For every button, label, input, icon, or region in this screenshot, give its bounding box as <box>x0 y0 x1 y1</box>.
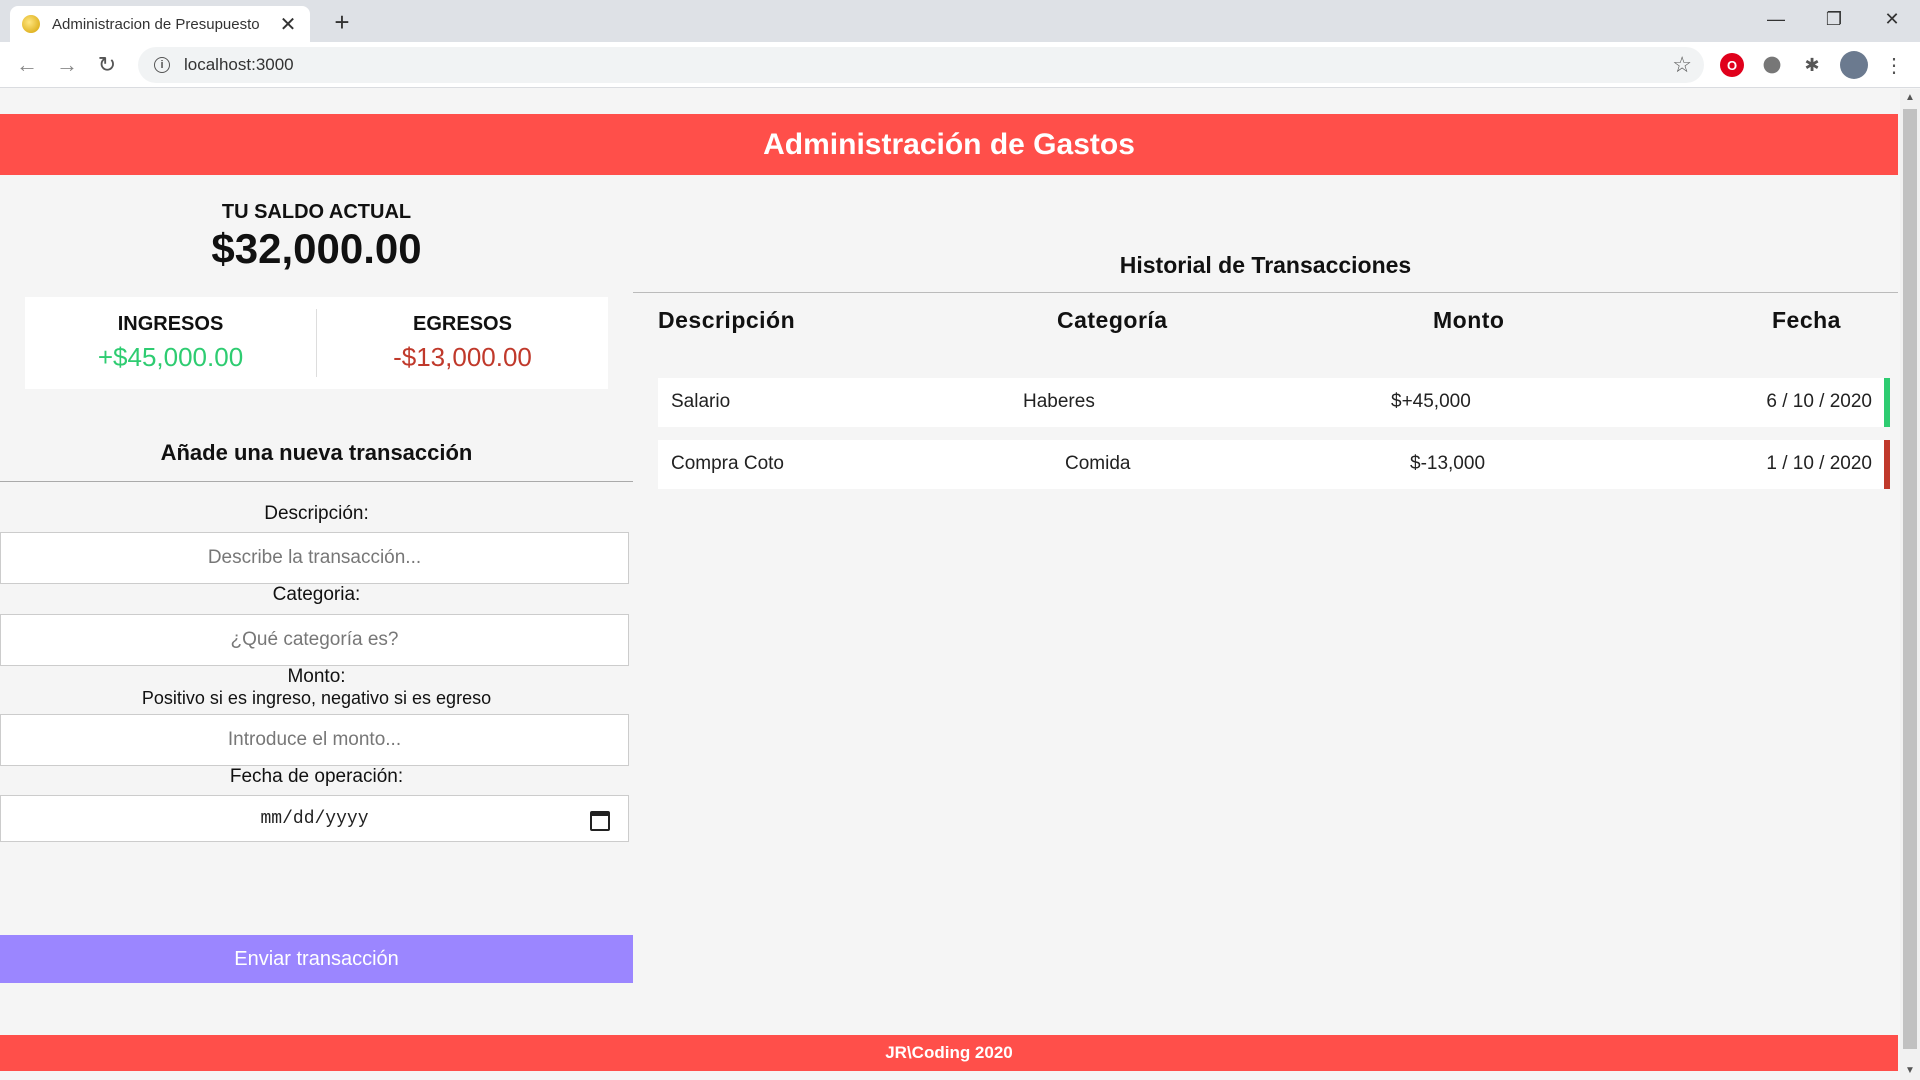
history-title: Historial de Transacciones <box>1119 252 1412 278</box>
app-title: Administración de Gastos <box>763 127 1135 161</box>
footer-text: JR\Coding 2020 <box>885 1043 1013 1062</box>
app-header: Administración de Gastos <box>0 114 1898 175</box>
app-footer: JR\Coding 2020 <box>0 1035 1898 1071</box>
bookmark-star-icon[interactable]: ☆ <box>1672 52 1692 78</box>
minimize-icon[interactable]: — <box>1748 0 1804 38</box>
balance-label: TU SALDO ACTUAL <box>221 201 412 223</box>
transaction-date: 1 / 10 / 2020 <box>1766 453 1872 474</box>
reload-icon[interactable]: ↻ <box>92 50 122 80</box>
profile-avatar[interactable] <box>1840 51 1868 79</box>
transaction-date: 6 / 10 / 2020 <box>1766 391 1872 412</box>
amount-input[interactable]: Introduce el monto... <box>0 714 629 766</box>
transaction-description: Salario <box>671 391 731 412</box>
category-input[interactable]: ¿Qué categoría es? <box>0 614 629 666</box>
scroll-down-arrow-icon[interactable]: ▼ <box>1900 1062 1920 1080</box>
extension-icon[interactable] <box>1763 56 1781 74</box>
close-window-icon[interactable]: ✕ <box>1864 0 1920 38</box>
transaction-row[interactable]: Compra Coto Comida $-13,000 1 / 10 / 202… <box>658 440 1890 489</box>
date-label: Fecha de operación: <box>229 766 404 787</box>
transaction-amount: $-13,000 <box>1410 453 1486 474</box>
column-header-date: Fecha <box>1772 307 1841 333</box>
expense-indicator <box>1884 440 1890 489</box>
amount-hint: Positivo si es ingreso, negativo si es e… <box>141 688 492 708</box>
date-input[interactable]: mm/dd/yyyy <box>0 795 629 842</box>
transaction-category: Comida <box>1065 453 1131 474</box>
coin-favicon-icon <box>22 15 40 33</box>
description-placeholder: Describe la transacción... <box>207 547 422 568</box>
expense-value: -$13,000.00 <box>393 342 532 372</box>
column-header-amount: Monto <box>1433 307 1505 333</box>
url-text: localhost:3000 <box>184 55 294 74</box>
expense-label: EGRESOS <box>413 313 512 335</box>
close-tab-icon[interactable]: ✕ <box>278 12 298 37</box>
submit-transaction-button[interactable]: Enviar transacción <box>0 935 633 983</box>
transaction-category: Haberes <box>1023 391 1095 412</box>
form-title: Añade una nueva transacción <box>160 440 473 465</box>
amount-placeholder: Introduce el monto... <box>227 729 402 750</box>
expense-column: EGRESOS -$13,000.00 <box>317 297 608 389</box>
forward-icon[interactable]: → <box>52 50 82 80</box>
browser-toolbar: ← → ↻ i localhost:3000 ☆ O ✱ ⋮ <box>0 42 1920 88</box>
calendar-icon[interactable] <box>590 811 610 831</box>
info-icon[interactable]: i <box>154 57 170 73</box>
description-label: Descripción: <box>264 503 369 524</box>
tab-title: Administracion de Presupuesto <box>52 15 260 33</box>
balance-value: $32,000.00 <box>211 225 422 272</box>
column-header-category: Categoría <box>1057 307 1168 333</box>
menu-kebab-icon[interactable]: ⋮ <box>1882 53 1906 77</box>
opera-extension-icon[interactable]: O <box>1720 53 1744 77</box>
income-indicator <box>1884 378 1890 427</box>
income-label: INGRESOS <box>117 313 224 335</box>
history-divider <box>633 292 1898 293</box>
income-expense-summary: INGRESOS +$45,000.00 EGRESOS -$13,000.00 <box>25 297 608 389</box>
new-tab-button[interactable]: + <box>326 6 358 38</box>
category-label: Categoria: <box>272 584 361 605</box>
form-divider <box>0 481 633 482</box>
browser-tab-bar: Administracion de Presupuesto ✕ + — ❐ ✕ <box>0 0 1920 42</box>
date-placeholder: mm/dd/yyyy <box>260 808 369 829</box>
transaction-description: Compra Coto <box>671 453 784 474</box>
address-bar[interactable]: i localhost:3000 ☆ <box>138 47 1704 83</box>
page-content: Administración de Gastos TU SALDO ACTUAL… <box>0 89 1898 1080</box>
restore-icon[interactable]: ❐ <box>1806 0 1862 38</box>
scroll-up-arrow-icon[interactable]: ▲ <box>1900 89 1920 107</box>
transaction-amount: $+45,000 <box>1391 391 1471 412</box>
browser-tab[interactable]: Administracion de Presupuesto ✕ <box>10 6 310 42</box>
income-column: INGRESOS +$45,000.00 <box>25 297 316 389</box>
page-scrollbar[interactable]: ▲ ▼ <box>1900 89 1920 1080</box>
extensions-puzzle-icon[interactable]: ✱ <box>1800 53 1824 77</box>
scrollbar-thumb[interactable] <box>1903 109 1917 1049</box>
back-icon[interactable]: ← <box>12 50 42 80</box>
income-value: +$45,000.00 <box>97 342 244 372</box>
category-placeholder: ¿Qué categoría es? <box>230 629 399 650</box>
description-input[interactable]: Describe la transacción... <box>0 532 629 584</box>
column-header-description: Descripción <box>658 307 796 333</box>
transaction-row[interactable]: Salario Haberes $+45,000 6 / 10 / 2020 <box>658 378 1890 427</box>
